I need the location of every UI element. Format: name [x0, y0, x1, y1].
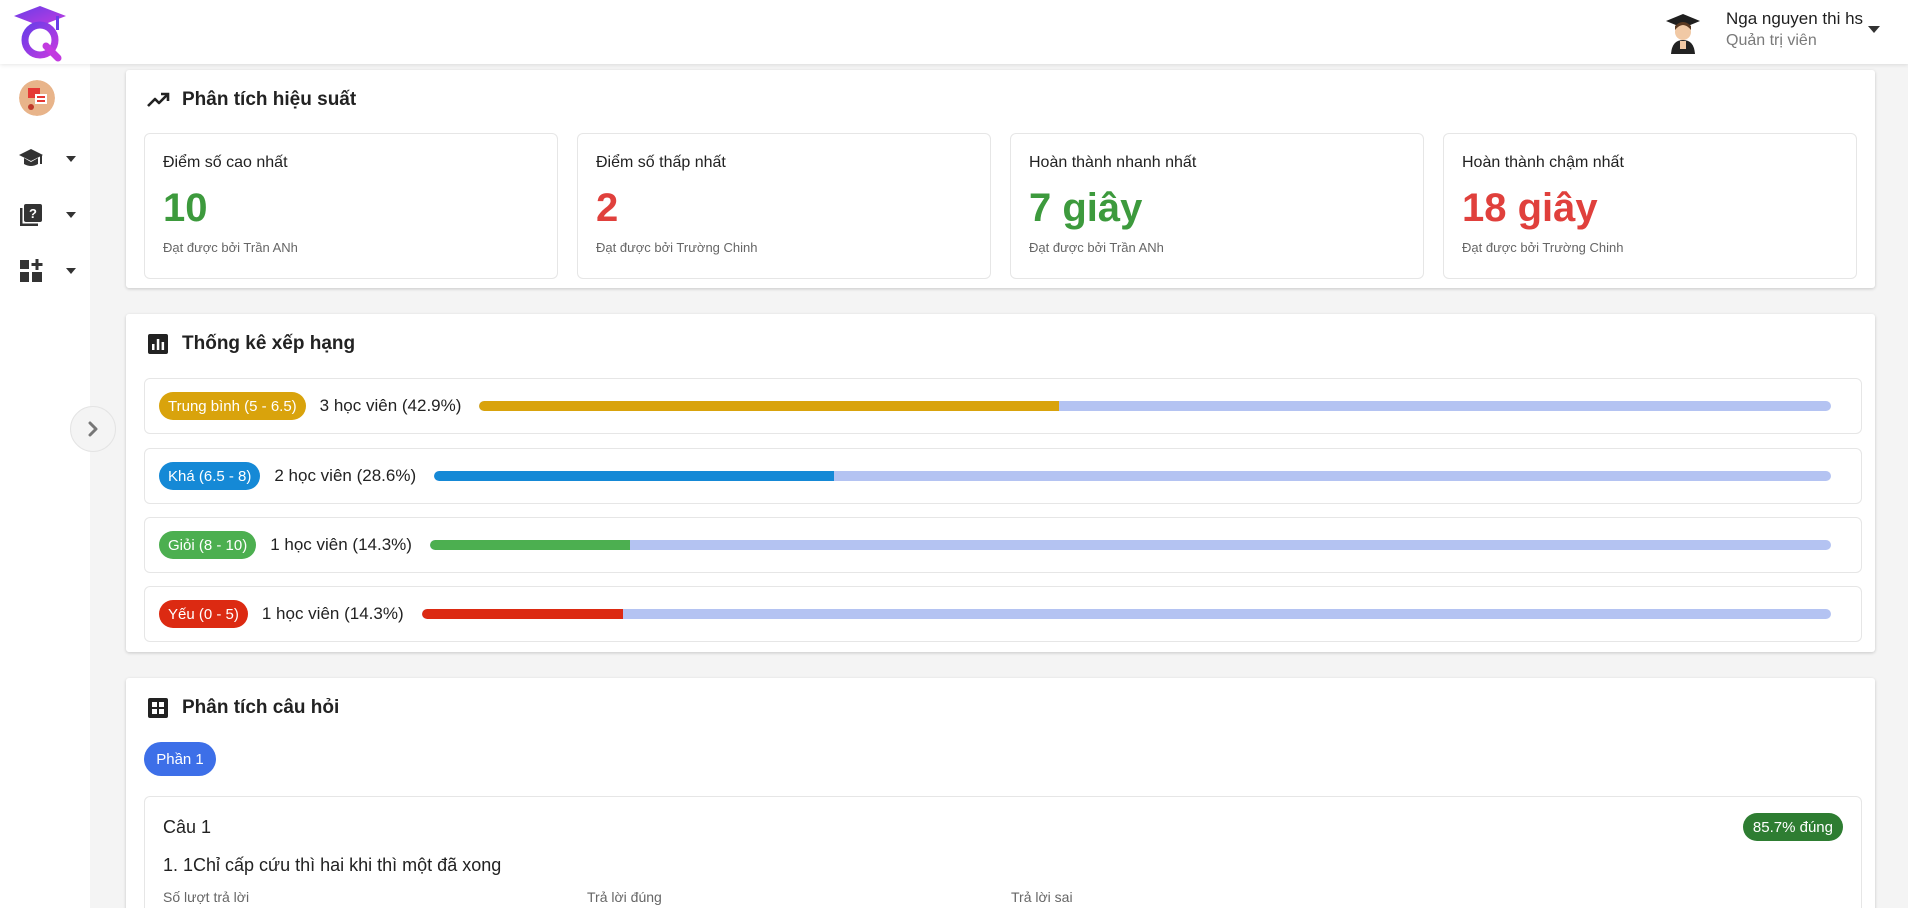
- correct-rate-badge: 85.7% đúng: [1742, 813, 1843, 841]
- sidebar: ?: [0, 64, 90, 908]
- stat-label-answers: Số lượt trả lời: [163, 889, 250, 905]
- user-role: Quản trị viên: [1726, 32, 1817, 49]
- stat-label-correct: Trả lời đúng: [587, 889, 662, 905]
- rank-count: 1 học viên (14.3%): [261, 604, 404, 623]
- metric-sub: Đạt được bởi Trần ANh: [163, 240, 298, 255]
- question-book-icon: ?: [16, 200, 46, 230]
- grid-icon: [146, 696, 170, 720]
- rank-row: Yếu (0 - 5) 1 học viên (14.3%): [144, 586, 1862, 642]
- app-logo[interactable]: [12, 4, 68, 62]
- rank-progress-track: [421, 609, 1831, 619]
- performance-card: Phân tích hiệu suất Điểm số cao nhất 10 …: [126, 70, 1875, 288]
- question-analysis-card: Phân tích câu hỏi Phần 1 Câu 1 1. 1Chỉ c…: [126, 678, 1875, 908]
- chevron-down-icon: [66, 268, 76, 274]
- rank-badge: Giỏi (8 - 10): [159, 531, 257, 559]
- question-item: Câu 1 1. 1Chỉ cấp cứu thì hai khi thì mộ…: [144, 796, 1862, 908]
- rank-progress-fill: [479, 401, 1060, 411]
- top-bar: Nga nguyen thi hs Quản trị viên: [0, 0, 1908, 64]
- rank-progress-track: [479, 401, 1831, 411]
- sidebar-item-courses[interactable]: [16, 142, 80, 176]
- chevron-down-icon: [66, 156, 76, 162]
- metric-label: Điểm số thấp nhất: [596, 154, 726, 171]
- metric-card-highest-score: Điểm số cao nhất 10 Đạt được bởi Trần AN…: [144, 133, 558, 279]
- rank-progress-fill: [429, 540, 631, 550]
- ranking-title-text: Thống kê xếp hạng: [182, 333, 356, 354]
- tab-part-1[interactable]: Phần 1: [144, 742, 216, 776]
- rank-row: Giỏi (8 - 10) 1 học viên (14.3%): [144, 517, 1862, 573]
- rank-row: Khá (6.5 - 8) 2 học viên (28.6%): [144, 448, 1862, 504]
- metric-value: 10: [163, 186, 208, 230]
- metric-label: Hoàn thành chậm nhất: [1462, 154, 1624, 171]
- performance-title: Phân tích hiệu suất: [146, 88, 356, 112]
- sidebar-item-dashboard[interactable]: [16, 254, 80, 288]
- dashboard-add-icon: [16, 256, 46, 286]
- rank-progress-track: [429, 540, 1831, 550]
- ranking-title: Thống kê xếp hạng: [146, 332, 355, 356]
- metric-value: 18 giây: [1462, 186, 1598, 230]
- sidebar-expand-button[interactable]: [70, 406, 116, 452]
- rank-progress-fill: [421, 609, 624, 619]
- rank-count: 3 học viên (42.9%): [319, 396, 462, 415]
- metric-label: Điểm số cao nhất: [163, 154, 288, 171]
- ranking-card: Thống kê xếp hạng Trung bình (5 - 6.5) 3…: [126, 314, 1875, 652]
- metric-sub: Đạt được bởi Trần ANh: [1029, 240, 1164, 255]
- question-analysis-title: Phân tích câu hỏi: [146, 696, 339, 720]
- metric-value: 2: [596, 186, 619, 230]
- rank-badge: Yếu (0 - 5): [159, 600, 248, 628]
- performance-title-text: Phân tích hiệu suất: [182, 89, 357, 110]
- logo-icon: [14, 6, 66, 62]
- metric-card-slowest: Hoàn thành chậm nhất 18 giây Đạt được bở…: [1443, 133, 1857, 279]
- rank-badge: Khá (6.5 - 8): [159, 462, 261, 490]
- profile-image-icon: [19, 80, 55, 116]
- bar-chart-icon: [146, 332, 170, 356]
- metric-card-fastest: Hoàn thành nhanh nhất 7 giây Đạt được bở…: [1010, 133, 1424, 279]
- chevron-down-icon[interactable]: [1868, 26, 1880, 33]
- trending-up-icon: [146, 88, 170, 112]
- rank-progress-fill: [434, 471, 834, 481]
- rank-count: 2 học viên (28.6%): [274, 466, 417, 485]
- metric-sub: Đạt được bởi Trường Chinh: [1462, 240, 1624, 255]
- rank-row: Trung bình (5 - 6.5) 3 học viên (42.9%): [144, 378, 1862, 434]
- stat-label-wrong: Trả lời sai: [1011, 889, 1073, 905]
- chevron-down-icon: [66, 212, 76, 218]
- graduate-avatar-icon: [1666, 14, 1700, 54]
- metric-card-lowest-score: Điểm số thấp nhất 2 Đạt được bởi Trường …: [577, 133, 991, 279]
- metric-label: Hoàn thành nhanh nhất: [1029, 154, 1197, 171]
- sidebar-avatar[interactable]: [19, 80, 55, 116]
- svg-text:?: ?: [29, 206, 37, 221]
- rank-progress-track: [434, 471, 1831, 481]
- question-analysis-title-text: Phân tích câu hỏi: [182, 697, 340, 718]
- question-text: 1. 1Chỉ cấp cứu thì hai khi thì một đã x…: [163, 855, 502, 875]
- chevron-right-icon: [88, 421, 98, 437]
- sidebar-item-questions[interactable]: ?: [16, 198, 80, 232]
- rank-badge: Trung bình (5 - 6.5): [159, 392, 306, 420]
- metric-sub: Đạt được bởi Trường Chinh: [596, 240, 758, 255]
- metric-value: 7 giây: [1029, 186, 1143, 230]
- question-number: Câu 1: [163, 817, 212, 837]
- user-avatar[interactable]: [1662, 12, 1704, 54]
- user-name: Nga nguyen thi hs: [1726, 9, 1864, 28]
- graduation-cap-icon: [16, 144, 46, 174]
- rank-count: 1 học viên (14.3%): [270, 535, 412, 554]
